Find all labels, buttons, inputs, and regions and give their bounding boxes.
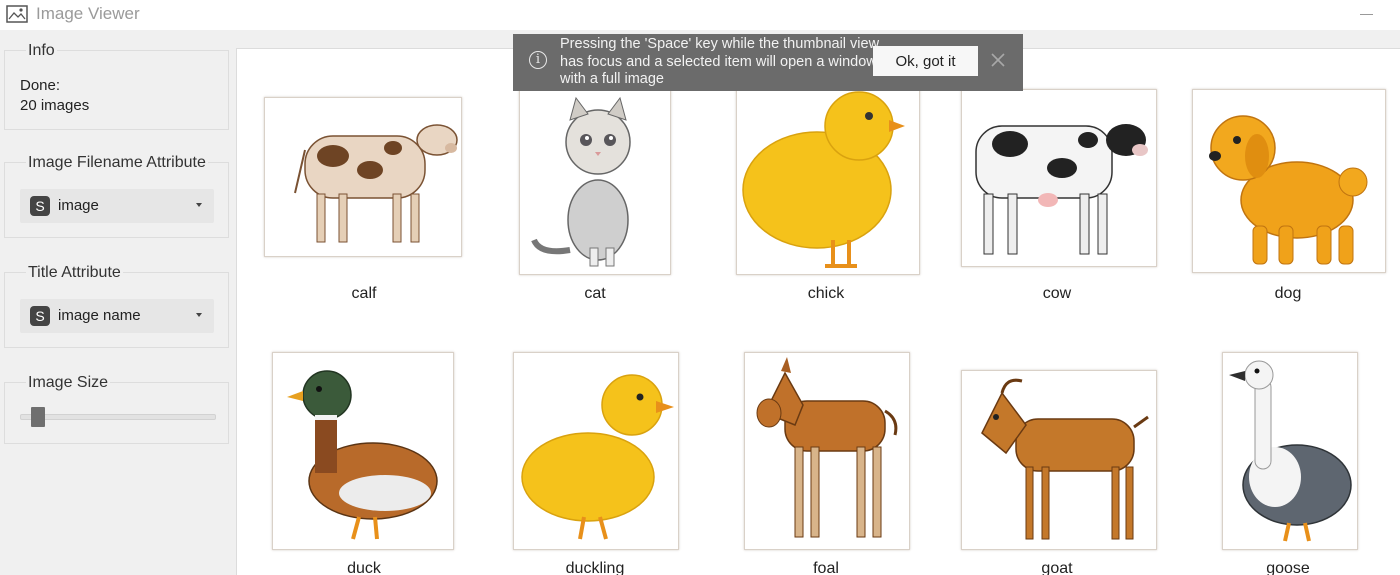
image-viewer-app-icon <box>6 5 28 23</box>
thumbnail-item[interactable]: duckling <box>495 352 695 575</box>
thumbnail-label: cow <box>1042 285 1072 302</box>
string-type-icon: S <box>30 196 50 216</box>
close-icon[interactable] <box>989 51 1007 69</box>
goat-image <box>961 370 1157 550</box>
info-icon: i <box>529 51 547 69</box>
foal-image <box>744 352 910 550</box>
title-bar: Image Viewer <box>0 0 1400 30</box>
ok-got-it-button[interactable]: Ok, got it <box>873 46 978 76</box>
thumbnail-item[interactable]: dog <box>1188 89 1388 319</box>
sidebar: Info Done: 20 images Image Filename Attr… <box>0 30 236 575</box>
image-filename-attribute-combo[interactable]: S image <box>20 189 214 223</box>
image-size-title: Image Size <box>26 374 111 392</box>
info-box: Info Done: 20 images <box>4 42 229 130</box>
thumbnail-label: foal <box>813 560 839 575</box>
image-filename-attribute-box: Image Filename Attribute S image <box>4 154 229 238</box>
title-attribute-box: Title Attribute S image name <box>4 264 229 348</box>
thumbnail-item[interactable]: chick <box>726 89 926 319</box>
title-attribute-value: image name <box>58 307 141 324</box>
info-status: Done: <box>20 77 61 94</box>
cat-image <box>519 89 671 275</box>
dropdown-arrow-icon <box>196 203 202 207</box>
thumbnail-label: duck <box>347 560 381 575</box>
cow-image <box>961 89 1157 267</box>
goose-image <box>1222 352 1358 550</box>
dog-image <box>1192 89 1386 273</box>
image-filename-attribute-title: Image Filename Attribute <box>26 154 208 172</box>
thumbnail-item[interactable]: cow <box>957 89 1157 319</box>
minimize-button[interactable] <box>1354 2 1380 22</box>
title-attribute-title: Title Attribute <box>26 264 123 282</box>
title-attribute-combo[interactable]: S image name <box>20 299 214 333</box>
chick-image <box>736 89 920 275</box>
notification-text: Pressing the 'Space' key while the thumb… <box>560 36 880 87</box>
thumbnail-item[interactable]: calf <box>264 89 464 319</box>
info-title: Info <box>26 42 57 60</box>
image-size-box: Image Size <box>4 374 229 444</box>
thumbnail-item[interactable]: duck <box>264 352 464 575</box>
string-type-icon: S <box>30 306 50 326</box>
thumbnail-item[interactable]: goose <box>1188 352 1388 575</box>
dropdown-arrow-icon <box>196 313 202 317</box>
calf-image <box>264 97 462 257</box>
thumbnail-label: cat <box>584 285 606 302</box>
notification-banner: i Pressing the 'Space' key while the thu… <box>513 34 1023 91</box>
duckling-image <box>513 352 679 550</box>
thumbnail-item[interactable]: cat <box>495 89 695 319</box>
window-title: Image Viewer <box>36 4 140 23</box>
duck-image <box>272 352 454 550</box>
thumbnail-item[interactable]: goat <box>957 352 1157 575</box>
thumbnail-label: goat <box>1041 560 1073 575</box>
thumbnail-view[interactable]: calf cat chick cow dog duck duckling foa… <box>236 48 1400 575</box>
thumbnail-item[interactable]: foal <box>726 352 926 575</box>
thumbnail-label: dog <box>1274 285 1302 302</box>
image-size-slider-handle[interactable] <box>30 407 45 427</box>
image-size-slider-track[interactable] <box>20 414 216 420</box>
thumbnail-label: calf <box>351 285 377 302</box>
thumbnail-label: chick <box>807 285 845 302</box>
image-filename-attribute-value: image <box>58 197 99 214</box>
thumbnail-label: goose <box>1266 560 1310 575</box>
thumbnail-label: duckling <box>565 560 625 575</box>
info-image-count: 20 images <box>20 97 90 114</box>
